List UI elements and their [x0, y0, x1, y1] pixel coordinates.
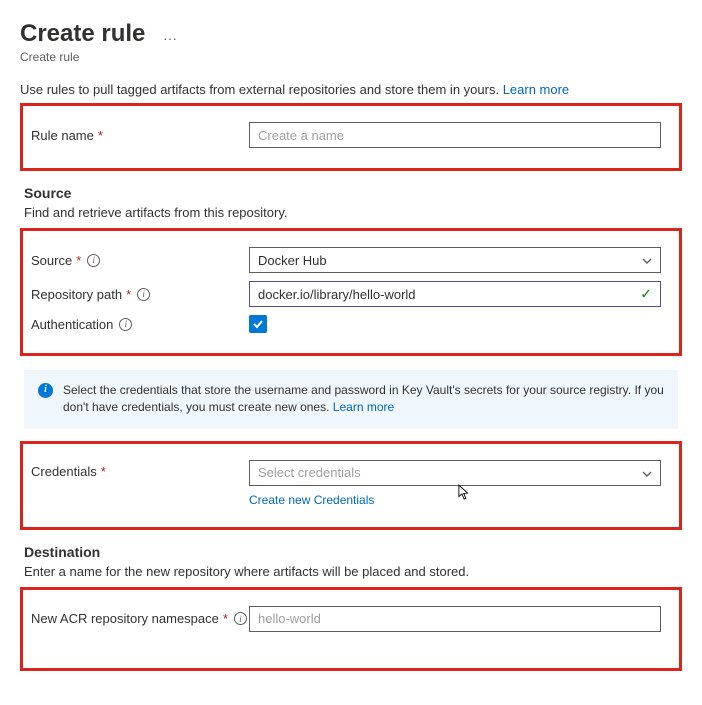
chevron-down-icon: [642, 254, 652, 264]
page-subtitle: Create rule: [20, 50, 682, 64]
rule-name-label: Rule name: [31, 128, 94, 143]
more-actions-button[interactable]: ···: [163, 30, 177, 46]
namespace-input[interactable]: [249, 606, 661, 632]
page-title: Create rule: [20, 20, 145, 48]
required-mark: *: [223, 611, 228, 626]
source-section-desc: Find and retrieve artifacts from this re…: [24, 205, 682, 220]
required-mark: *: [98, 128, 103, 143]
intro-learn-more-link[interactable]: Learn more: [503, 82, 569, 97]
info-icon[interactable]: i: [119, 318, 132, 331]
chevron-down-icon: [642, 467, 652, 477]
cursor-icon: [458, 484, 472, 502]
source-select-value: Docker Hub: [258, 253, 327, 268]
credentials-select[interactable]: Select credentials: [249, 460, 661, 486]
required-mark: *: [76, 253, 81, 268]
namespace-label: New ACR repository namespace: [31, 611, 219, 626]
info-icon[interactable]: i: [137, 288, 150, 301]
source-select[interactable]: Docker Hub: [249, 247, 661, 273]
repo-path-label: Repository path: [31, 287, 122, 302]
info-panel-learn-more-link[interactable]: Learn more: [333, 400, 394, 414]
repo-path-value: docker.io/library/hello-world: [258, 287, 416, 302]
info-icon[interactable]: i: [87, 254, 100, 267]
source-section-title: Source: [24, 185, 682, 201]
info-icon: i: [38, 383, 53, 398]
intro-text: Use rules to pull tagged artifacts from …: [20, 82, 499, 97]
destination-section: New ACR repository namespace * i: [20, 587, 682, 671]
rule-name-section: Rule name *: [20, 103, 682, 171]
rule-name-input[interactable]: [249, 122, 661, 148]
required-mark: *: [101, 464, 106, 479]
source-label: Source: [31, 253, 72, 268]
credentials-section: Credentials * Select credentials Create …: [20, 441, 682, 530]
repo-path-input[interactable]: docker.io/library/hello-world ✓: [249, 281, 661, 307]
create-credentials-link[interactable]: Create new Credentials: [249, 493, 374, 507]
destination-section-desc: Enter a name for the new repository wher…: [24, 564, 682, 579]
credentials-info-panel: i Select the credentials that store the …: [24, 370, 678, 429]
destination-section-title: Destination: [24, 544, 682, 560]
required-mark: *: [126, 287, 131, 302]
credentials-label: Credentials: [31, 464, 97, 479]
info-icon[interactable]: i: [234, 612, 247, 625]
auth-checkbox[interactable]: [249, 315, 267, 333]
auth-label: Authentication: [31, 317, 113, 332]
credentials-placeholder: Select credentials: [258, 465, 361, 480]
valid-checkmark-icon: ✓: [640, 286, 652, 303]
source-section: Source * i Docker Hub Repository path * …: [20, 228, 682, 356]
